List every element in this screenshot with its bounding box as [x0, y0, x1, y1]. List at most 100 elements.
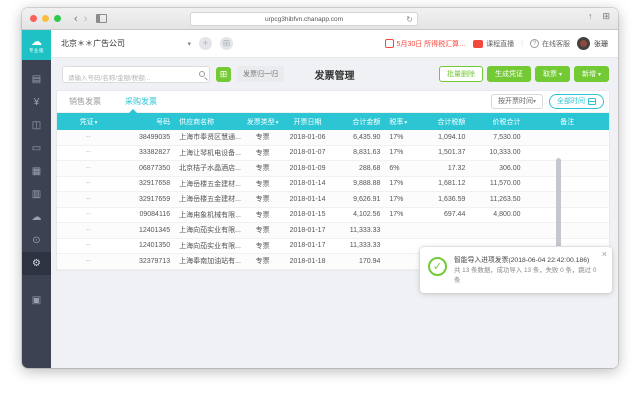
sidebar-item-gift[interactable]: ▣	[22, 289, 51, 312]
zoom-window-button[interactable]	[54, 15, 61, 22]
course-live-link[interactable]: 课程直播	[473, 39, 514, 49]
cell-tax: 697.44	[420, 211, 470, 218]
minimize-window-button[interactable]	[42, 15, 49, 22]
cell-number: 06877350	[120, 165, 175, 172]
sidebar-item-invoice[interactable]: ▥	[22, 183, 51, 206]
search-input[interactable]	[63, 71, 209, 86]
cell-amount: 6,435.90	[335, 134, 385, 141]
cell-amount: 4,102.56	[335, 211, 385, 218]
search-icon[interactable]	[199, 71, 205, 77]
table-row[interactable]: --32917659上海岳楼五金建材...专票2018-01-149,626.9…	[57, 192, 609, 208]
cell-supplier: 上海甪象机械有限...	[175, 210, 245, 220]
chevron-down-icon: ▾	[559, 72, 562, 78]
batch-delete-button[interactable]: 批量删除	[439, 66, 483, 82]
address-bar[interactable]: urpcg3hibfvn.chanapp.com ↻	[190, 12, 418, 26]
cell-type: 专票	[245, 179, 280, 189]
cell-amount: 170.94	[335, 258, 385, 265]
sidebar-item-salary[interactable]: ▭	[22, 137, 51, 160]
cell-tax: 1,501.37	[420, 149, 470, 156]
cell-date: 2018-01-14	[280, 180, 335, 187]
tax-cloud-icon: ☁	[32, 212, 42, 223]
generate-voucher-button[interactable]: 生成凭证	[487, 66, 531, 82]
apps-grid-button[interactable]: ⊞	[220, 37, 233, 50]
table-row[interactable]: --38499035上海市奉贤区慧通...专票2018-01-066,435.9…	[57, 130, 609, 146]
date-range-filter-button[interactable]: 全部时间	[549, 94, 604, 109]
search-box	[62, 66, 210, 83]
browser-window: ‹ › urpcg3hibfvn.chanapp.com ↻ ↑ ⊞ ☁ 专业版…	[22, 8, 618, 368]
scan-invoice-icon[interactable]: ⊞	[216, 67, 231, 82]
notice-calendar-icon	[385, 39, 394, 48]
app-logo[interactable]: ☁ 专业版	[22, 30, 51, 60]
table-row[interactable]: --09084116上海甪象机械有限...专票2018-01-154,102.5…	[57, 208, 609, 224]
table-row[interactable]: --33382827上海让琴机电设备...专票2018-01-078,831.6…	[57, 146, 609, 162]
company-name: 北京＊＊广告公司	[61, 38, 125, 49]
add-company-button[interactable]: +	[199, 37, 212, 50]
column-header-tax-rate[interactable]: 税率▾	[385, 117, 420, 127]
fetch-invoice-button[interactable]: 取票▾	[535, 66, 570, 82]
column-header-tax: 合计税额	[420, 117, 470, 127]
tab-sales-invoices[interactable]: 销售发票	[57, 91, 113, 113]
cell-date: 2018-01-17	[280, 242, 335, 249]
sort-caret-icon: ▾	[95, 120, 98, 126]
tab-purchase-invoices[interactable]: 采购发票	[113, 91, 169, 113]
cell-tax: 1,636.59	[420, 196, 470, 203]
cell-supplier: 上海市奉贤区慧通...	[175, 132, 245, 142]
vertical-scrollbar-thumb[interactable]	[556, 158, 561, 254]
column-header-total: 价税合计	[470, 117, 525, 127]
avatar	[577, 37, 590, 50]
cell-number: 32379713	[120, 258, 175, 265]
cell-supplier: 上海向茄实业有限...	[175, 225, 245, 235]
cell-supplier: 上海让琴机电设备...	[175, 148, 245, 158]
cell-amount: 9,888.88	[335, 180, 385, 187]
invoice-table-card: 销售发票 采购发票 按开票时间▾ 全部时间 凭证▾号码供应商名称发票类型▾开票日…	[57, 91, 609, 270]
cell-supplier: 上海奉南加油站有...	[175, 256, 245, 266]
refresh-icon[interactable]: ↻	[406, 15, 413, 24]
cell-amount: 11,333.33	[335, 242, 385, 249]
tax-deadline-notice[interactable]: 5月30日 所得税汇算…	[385, 39, 467, 49]
back-icon[interactable]: ‹	[71, 14, 81, 24]
invoice-archive-link[interactable]: 发票归一归	[237, 66, 284, 82]
cell-type: 专票	[245, 210, 280, 220]
close-icon[interactable]: ×	[602, 249, 607, 259]
share-icon[interactable]: ↑	[588, 11, 593, 22]
cell-voucher: --	[57, 180, 120, 187]
sidebar-item-cash-account[interactable]: ¥	[22, 91, 51, 114]
table-row[interactable]: --32917658上海岳楼五金建材...专票2018-01-149,888.8…	[57, 177, 609, 193]
cell-supplier: 上海向茄实业有限...	[175, 241, 245, 251]
close-window-button[interactable]	[30, 15, 37, 22]
sidebar-item-voucher[interactable]: ▤	[22, 68, 51, 91]
toast-detail: 共 13 条数据，成功导入 13 条，失败 0 条，跳过 0 条	[454, 266, 604, 285]
sidebar-item-assets-calendar[interactable]: ▦	[22, 160, 51, 183]
column-header-voucher[interactable]: 凭证▾	[57, 117, 120, 127]
sort-by-invoice-date-button[interactable]: 按开票时间▾	[491, 94, 543, 109]
online-support-link[interactable]: ? 在线客服	[530, 39, 570, 49]
table-row[interactable]: --06877350北京桔子水晶酒店...专票2018-01-09288.686…	[57, 161, 609, 177]
cell-type: 专票	[245, 241, 280, 251]
cloud-logo-icon: ☁	[31, 37, 42, 48]
user-menu[interactable]: 张珊	[577, 37, 608, 50]
cell-amount: 11,333.33	[335, 227, 385, 234]
column-header-type[interactable]: 发票类型▾	[245, 117, 280, 127]
cell-type: 专票	[245, 163, 280, 173]
cell-type: 专票	[245, 132, 280, 142]
cell-voucher: --	[57, 211, 120, 218]
reports-icon: ◫	[32, 120, 41, 131]
sidebar-item-tax-cloud[interactable]: ☁	[22, 206, 51, 229]
tabs-overview-icon[interactable]: ⊞	[602, 11, 610, 22]
sidebar-item-settings-gear[interactable]: ⚙	[22, 252, 51, 275]
sidebar-toggle-icon[interactable]	[96, 14, 107, 23]
company-selector[interactable]: 北京＊＊广告公司 ▾	[61, 38, 191, 49]
calendar-icon	[588, 98, 596, 105]
forward-icon[interactable]: ›	[81, 14, 91, 24]
top-bar: 北京＊＊广告公司 ▾ + ⊞ 5月30日 所得税汇算… 课程直播 |	[51, 30, 618, 58]
table-row[interactable]: --12401345上海向茄实业有限...专票2018-01-1711,333.…	[57, 223, 609, 239]
cell-voucher: --	[57, 134, 120, 141]
sidebar-item-reports[interactable]: ◫	[22, 114, 51, 137]
add-new-button[interactable]: 新增▾	[574, 66, 609, 82]
cell-total: 4,800.00	[470, 211, 525, 218]
table-header-row: 凭证▾号码供应商名称发票类型▾开票日期合计金额税率▾合计税额价税合计备注	[57, 113, 609, 130]
success-check-icon: ✓	[428, 257, 447, 276]
cell-date: 2018-01-18	[280, 258, 335, 265]
sidebar-item-inquiry[interactable]: ⊙	[22, 229, 51, 252]
browser-chrome: ‹ › urpcg3hibfvn.chanapp.com ↻ ↑ ⊞	[22, 8, 618, 30]
